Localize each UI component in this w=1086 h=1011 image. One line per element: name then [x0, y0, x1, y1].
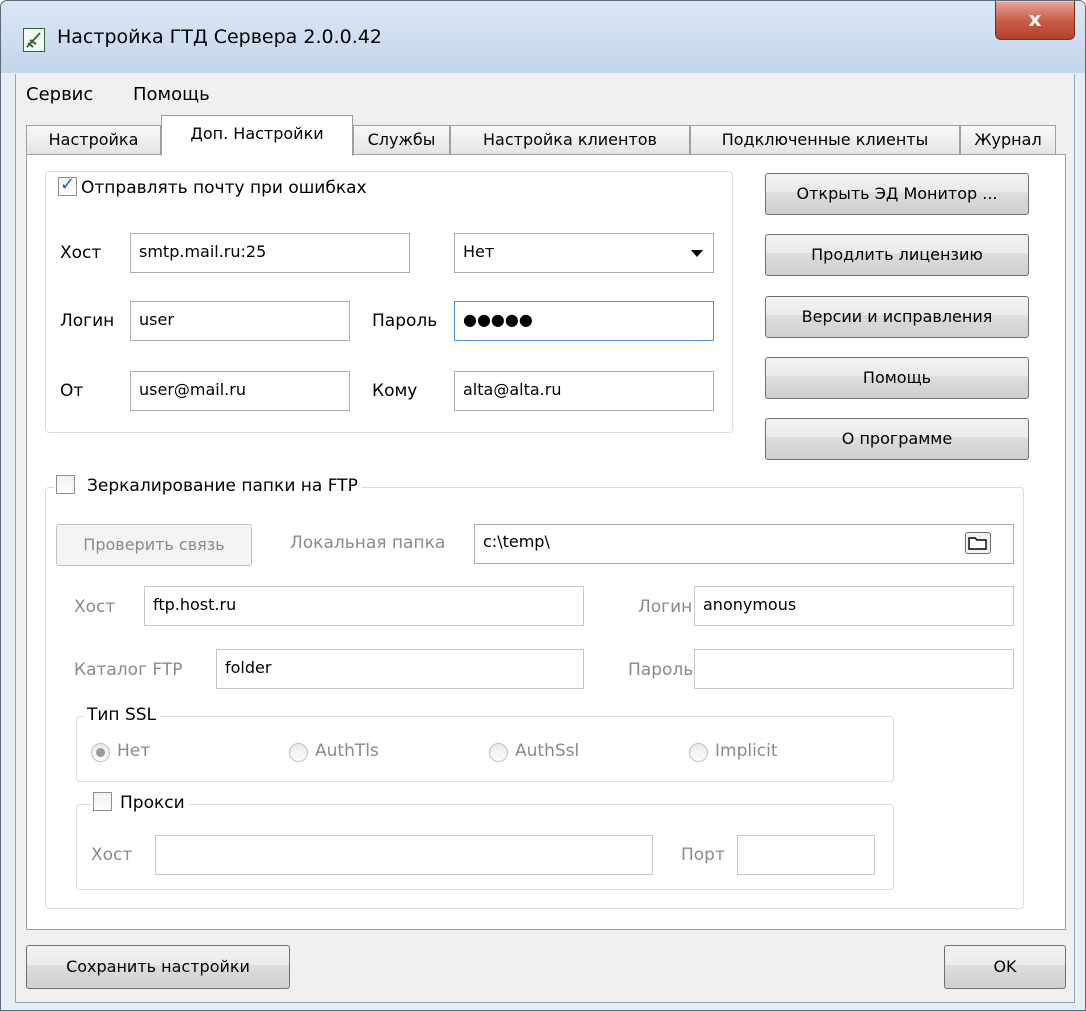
radio-dot-icon — [96, 748, 105, 757]
ssl-label-authssl: AuthSsl — [515, 741, 580, 761]
browse-folder-button[interactable] — [965, 532, 991, 554]
tab-settings[interactable]: Настройка — [26, 125, 161, 155]
mail-login-label: Логин — [60, 311, 115, 331]
mail-login-input[interactable]: user — [130, 301, 350, 341]
ftp-enabled-label: Зеркалирование папки на FTP — [87, 476, 358, 496]
ftp-password-input[interactable] — [694, 649, 1014, 689]
ssl-radio-none[interactable] — [91, 743, 110, 762]
mail-password-input[interactable]: ●●●●● — [454, 301, 714, 341]
ftp-group-legend: Зеркалирование папки на FTP — [54, 475, 362, 496]
encryption-combo-value: Нет — [463, 242, 495, 261]
local-folder-label: Локальная папка — [290, 533, 446, 553]
mail-enabled-label: Отправлять почту при ошибках — [81, 178, 367, 198]
menu-help[interactable]: Помощь — [133, 84, 210, 105]
ok-button[interactable]: OK — [944, 945, 1066, 989]
proxy-group: Прокси Хост Порт — [76, 792, 894, 890]
local-folder-value: c:\temp\ — [483, 532, 550, 551]
settings-window: Настройка ГТД Сервера 2.0.0.42 x Сервис … — [0, 0, 1086, 1011]
ftp-host-input[interactable]: ftp.host.ru — [144, 586, 584, 626]
encryption-combo[interactable]: Нет — [454, 233, 714, 273]
title-bar[interactable]: Настройка ГТД Сервера 2.0.0.42 x — [1, 1, 1085, 73]
window-title: Настройка ГТД Сервера 2.0.0.42 — [57, 26, 382, 48]
ssl-label-authtls: AuthTls — [315, 741, 379, 761]
tab-services[interactable]: Службы — [353, 125, 450, 155]
tab-journal[interactable]: Журнал — [960, 125, 1056, 155]
tab-strip: Настройка Доп. Настройки Службы Настройк… — [16, 115, 1074, 156]
chevron-down-icon — [691, 250, 703, 257]
app-icon — [23, 28, 45, 52]
ftp-host-label: Хост — [74, 597, 116, 617]
proxy-host-input[interactable] — [155, 835, 653, 875]
versions-button[interactable]: Версии и исправления — [765, 296, 1029, 338]
mail-from-input[interactable]: user@mail.ru — [130, 371, 350, 411]
about-button[interactable]: О программе — [765, 418, 1029, 460]
open-ed-monitor-button[interactable]: Открыть ЭД Монитор ... — [765, 173, 1029, 215]
ftp-password-label: Пароль — [628, 660, 694, 680]
menu-service[interactable]: Сервис — [26, 84, 93, 105]
proxy-port-label: Порт — [681, 845, 725, 865]
mail-host-input[interactable]: smtp.mail.ru:25 — [130, 233, 410, 273]
client-area: Сервис Помощь Настройка Доп. Настройки С… — [15, 74, 1075, 1003]
menu-bar: Сервис Помощь — [16, 78, 1074, 108]
extend-license-button[interactable]: Продлить лицензию — [765, 234, 1029, 276]
ftp-login-label: Логин — [638, 597, 693, 617]
proxy-enabled-checkbox[interactable] — [93, 792, 112, 811]
mail-host-label: Хост — [60, 243, 102, 263]
local-folder-input[interactable]: c:\temp\ — [474, 524, 1014, 564]
save-settings-button[interactable]: Сохранить настройки — [26, 945, 290, 989]
close-button[interactable]: x — [995, 1, 1075, 40]
mail-to-label: Кому — [372, 381, 418, 401]
tab-panel-extra-settings: ✓ Отправлять почту при ошибках Хост smtp.… — [26, 154, 1066, 930]
ftp-login-input[interactable]: anonymous — [694, 586, 1014, 626]
ssl-label-none: Нет — [117, 741, 151, 761]
mail-enabled-checkbox[interactable]: ✓ — [58, 174, 77, 196]
proxy-group-legend: Прокси — [91, 792, 189, 813]
tab-extra-settings[interactable]: Доп. Настройки — [161, 115, 353, 156]
ssl-group-title: Тип SSL — [85, 705, 161, 725]
ssl-group: Тип SSL Нет AuthTls AuthSsl Implicit — [76, 705, 894, 782]
help-button[interactable]: Помощь — [765, 357, 1029, 399]
ftp-catalog-input[interactable]: folder — [216, 649, 584, 689]
mail-from-label: От — [60, 381, 84, 401]
mail-group: ✓ Отправлять почту при ошибках Хост smtp.… — [45, 171, 733, 433]
ssl-radio-authtls[interactable] — [289, 743, 308, 762]
tab-connected-clients[interactable]: Подключенные клиенты — [690, 125, 960, 155]
check-connection-button[interactable]: Проверить связь — [56, 524, 252, 566]
proxy-port-input[interactable] — [737, 835, 875, 875]
ssl-label-implicit: Implicit — [715, 741, 778, 761]
proxy-label: Прокси — [120, 793, 185, 813]
tab-client-settings[interactable]: Настройка клиентов — [450, 125, 690, 155]
proxy-host-label: Хост — [91, 845, 133, 865]
mail-group-legend: ✓ Отправлять почту при ошибках — [56, 174, 371, 198]
folder-icon — [968, 537, 987, 550]
ftp-group: Зеркалирование папки на FTP Проверить св… — [45, 475, 1024, 909]
mail-to-input[interactable]: alta@alta.ru — [454, 371, 714, 411]
ftp-enabled-checkbox[interactable] — [56, 475, 75, 494]
check-icon: ✓ — [60, 174, 76, 195]
ftp-catalog-label: Каталог FTP — [74, 660, 183, 680]
ssl-radio-implicit[interactable] — [689, 743, 708, 762]
ssl-radio-authssl[interactable] — [489, 743, 508, 762]
mail-password-label: Пароль — [372, 311, 438, 331]
